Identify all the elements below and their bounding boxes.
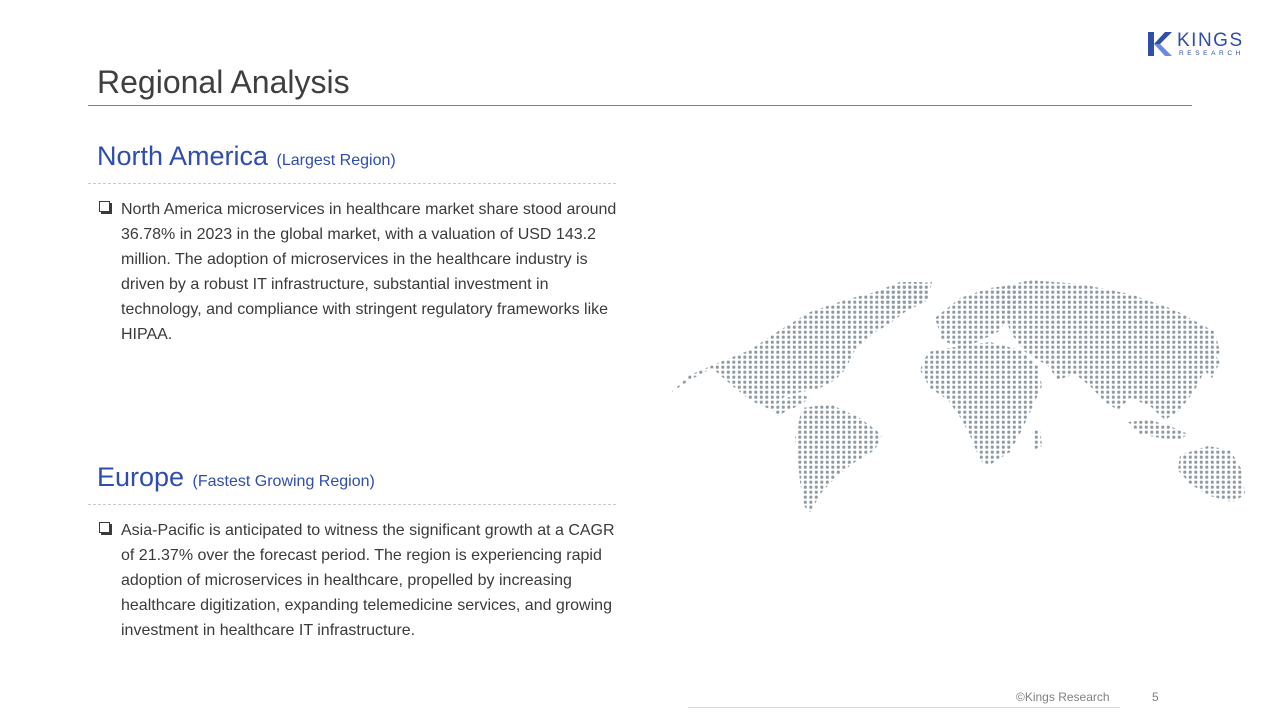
continents — [670, 280, 1245, 512]
region-note: (Largest Region) — [276, 152, 396, 169]
checkbox-bullet-icon — [99, 522, 110, 533]
region-note: (Fastest Growing Region) — [192, 473, 375, 490]
bullet-point: North America microservices in healthcar… — [97, 197, 617, 347]
africa-shape — [920, 342, 1042, 466]
kings-logo-mark-icon — [1148, 32, 1172, 56]
page-title: Regional Analysis — [97, 64, 350, 100]
checkbox-bullet-icon — [99, 201, 110, 212]
section-divider — [88, 504, 616, 505]
page-number: 5 — [1152, 690, 1159, 704]
footer-copyright: ©Kings Research — [1016, 690, 1110, 704]
region-name: North America — [97, 141, 269, 171]
indonesia-shape — [1128, 420, 1188, 440]
world-map-image — [670, 280, 1245, 512]
section-heading-north-america: North America (Largest Region) — [97, 141, 396, 172]
bullet-text: North America microservices in healthcar… — [121, 201, 617, 343]
bullet-point: Asia-Pacific is anticipated to witness t… — [97, 518, 617, 643]
section-heading-europe: Europe (Fastest Growing Region) — [97, 462, 375, 493]
australia-shape — [1178, 446, 1245, 502]
title-divider — [88, 105, 1192, 106]
logo-wordmark: KINGS — [1177, 30, 1244, 51]
madagascar-shape — [1032, 428, 1042, 450]
section-divider — [88, 183, 616, 184]
logo-tagline: RESEARCH — [1179, 50, 1244, 57]
bullet-text: Asia-Pacific is anticipated to witness t… — [121, 522, 615, 639]
footer-divider — [688, 707, 1120, 708]
kings-research-logo: KINGS RESEARCH — [1148, 30, 1252, 60]
region-name: Europe — [97, 462, 185, 492]
south-america-shape — [795, 404, 882, 512]
